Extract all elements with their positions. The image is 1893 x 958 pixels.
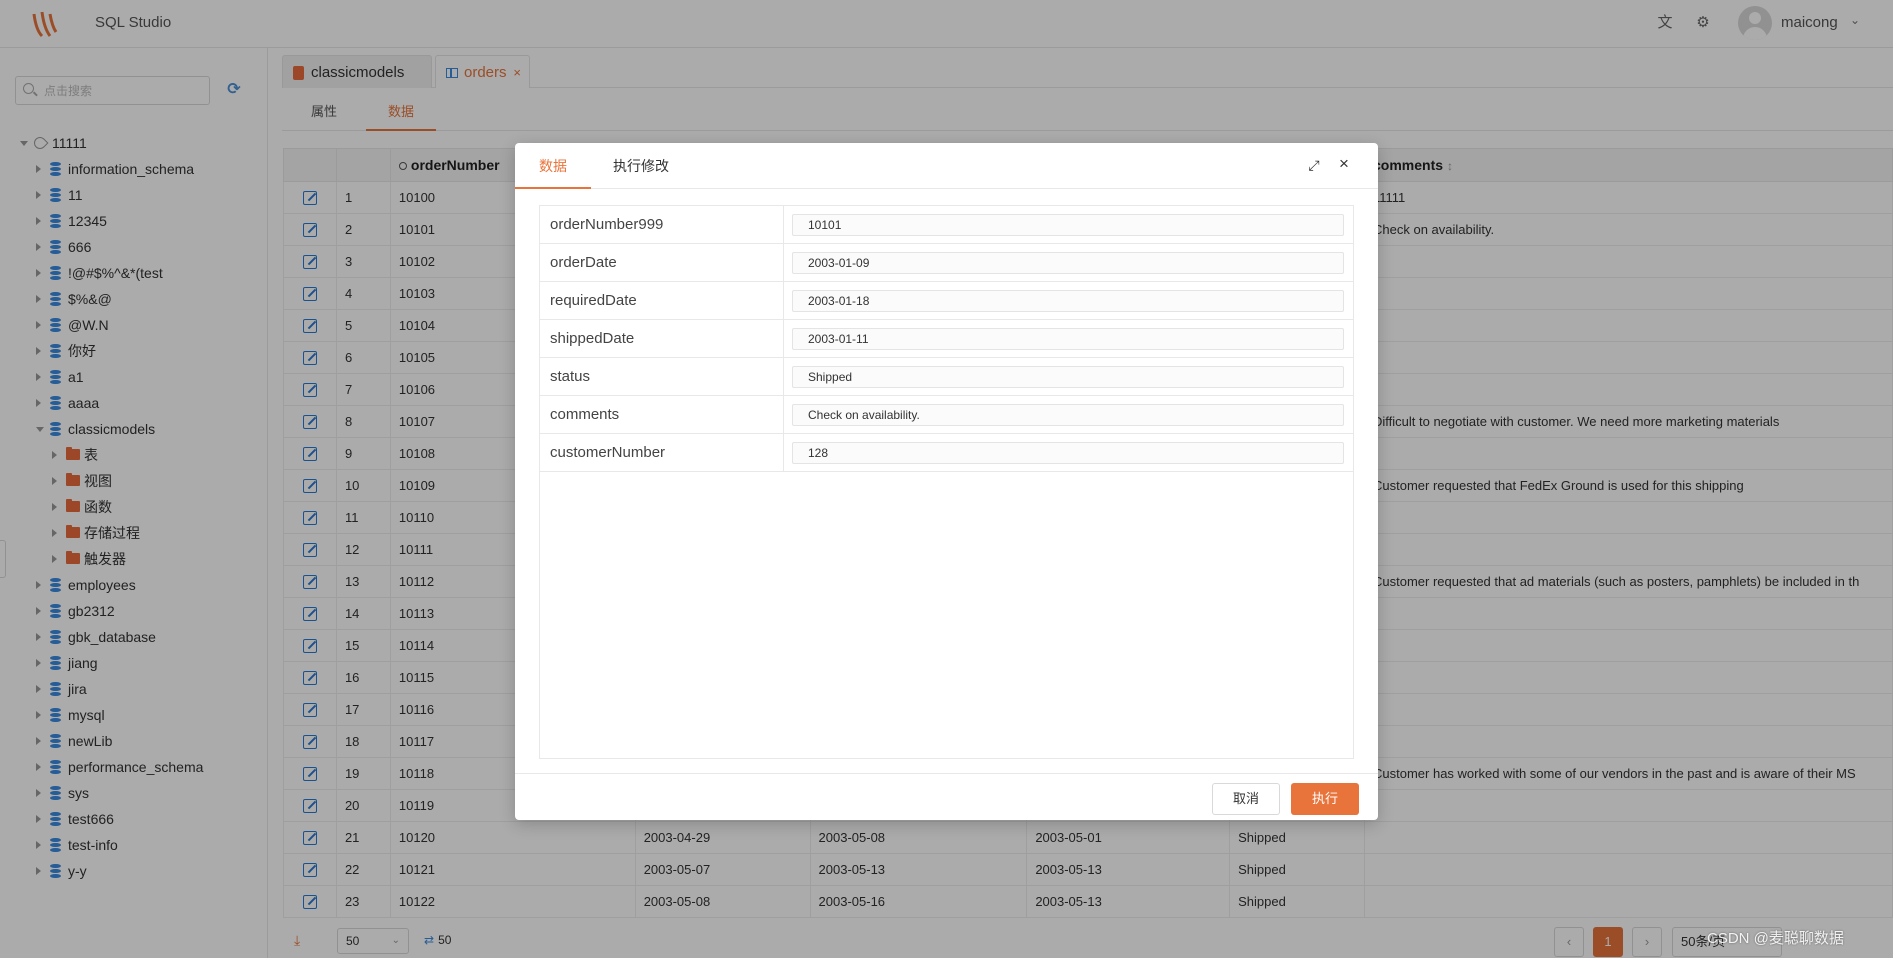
form-row: requiredDate 2003-01-18 <box>540 282 1353 320</box>
field-label: orderNumber999 <box>540 206 784 243</box>
field-label: status <box>540 358 784 395</box>
form-row: shippedDate 2003-01-11 <box>540 320 1353 358</box>
field-input[interactable]: 2003-01-18 <box>792 290 1344 312</box>
field-input[interactable]: Check on availability. <box>792 404 1344 426</box>
cancel-button[interactable]: 取消 <box>1212 783 1280 815</box>
maximize-icon[interactable]: ⤢ <box>1306 157 1322 173</box>
field-label: orderDate <box>540 244 784 281</box>
form-row: orderDate 2003-01-09 <box>540 244 1353 282</box>
field-input[interactable]: 128 <box>792 442 1344 464</box>
field-input[interactable]: 10101 <box>792 214 1344 236</box>
field-input[interactable]: 2003-01-09 <box>792 252 1344 274</box>
dialog-form: orderNumber999 10101 orderDate 2003-01-09 re… <box>539 205 1354 759</box>
field-input[interactable]: 2003-01-11 <box>792 328 1344 350</box>
field-label: comments <box>540 396 784 433</box>
field-label: shippedDate <box>540 320 784 357</box>
form-row: status Shipped <box>540 358 1353 396</box>
field-input[interactable]: Shipped <box>792 366 1344 388</box>
dialog-tabs: 数据 执行修改 ⤢ × <box>515 143 1378 189</box>
form-row: customerNumber 128 <box>540 434 1353 472</box>
field-label: customerNumber <box>540 434 784 471</box>
close-icon[interactable]: × <box>1335 155 1353 173</box>
form-row: orderNumber999 10101 <box>540 206 1353 244</box>
row-edit-dialog: 数据 执行修改 ⤢ × orderNumber999 10101 orderDate… <box>515 143 1378 820</box>
watermark: CSDN @麦聪聊数据 <box>1707 930 1844 947</box>
dialog-footer: 取消 执行 <box>515 773 1378 820</box>
dialog-tab-data[interactable]: 数据 <box>515 143 591 189</box>
dialog-tab-execute-changes[interactable]: 执行修改 <box>589 143 693 189</box>
form-row: comments Check on availability. <box>540 396 1353 434</box>
execute-button[interactable]: 执行 <box>1291 783 1359 815</box>
field-label: requiredDate <box>540 282 784 319</box>
